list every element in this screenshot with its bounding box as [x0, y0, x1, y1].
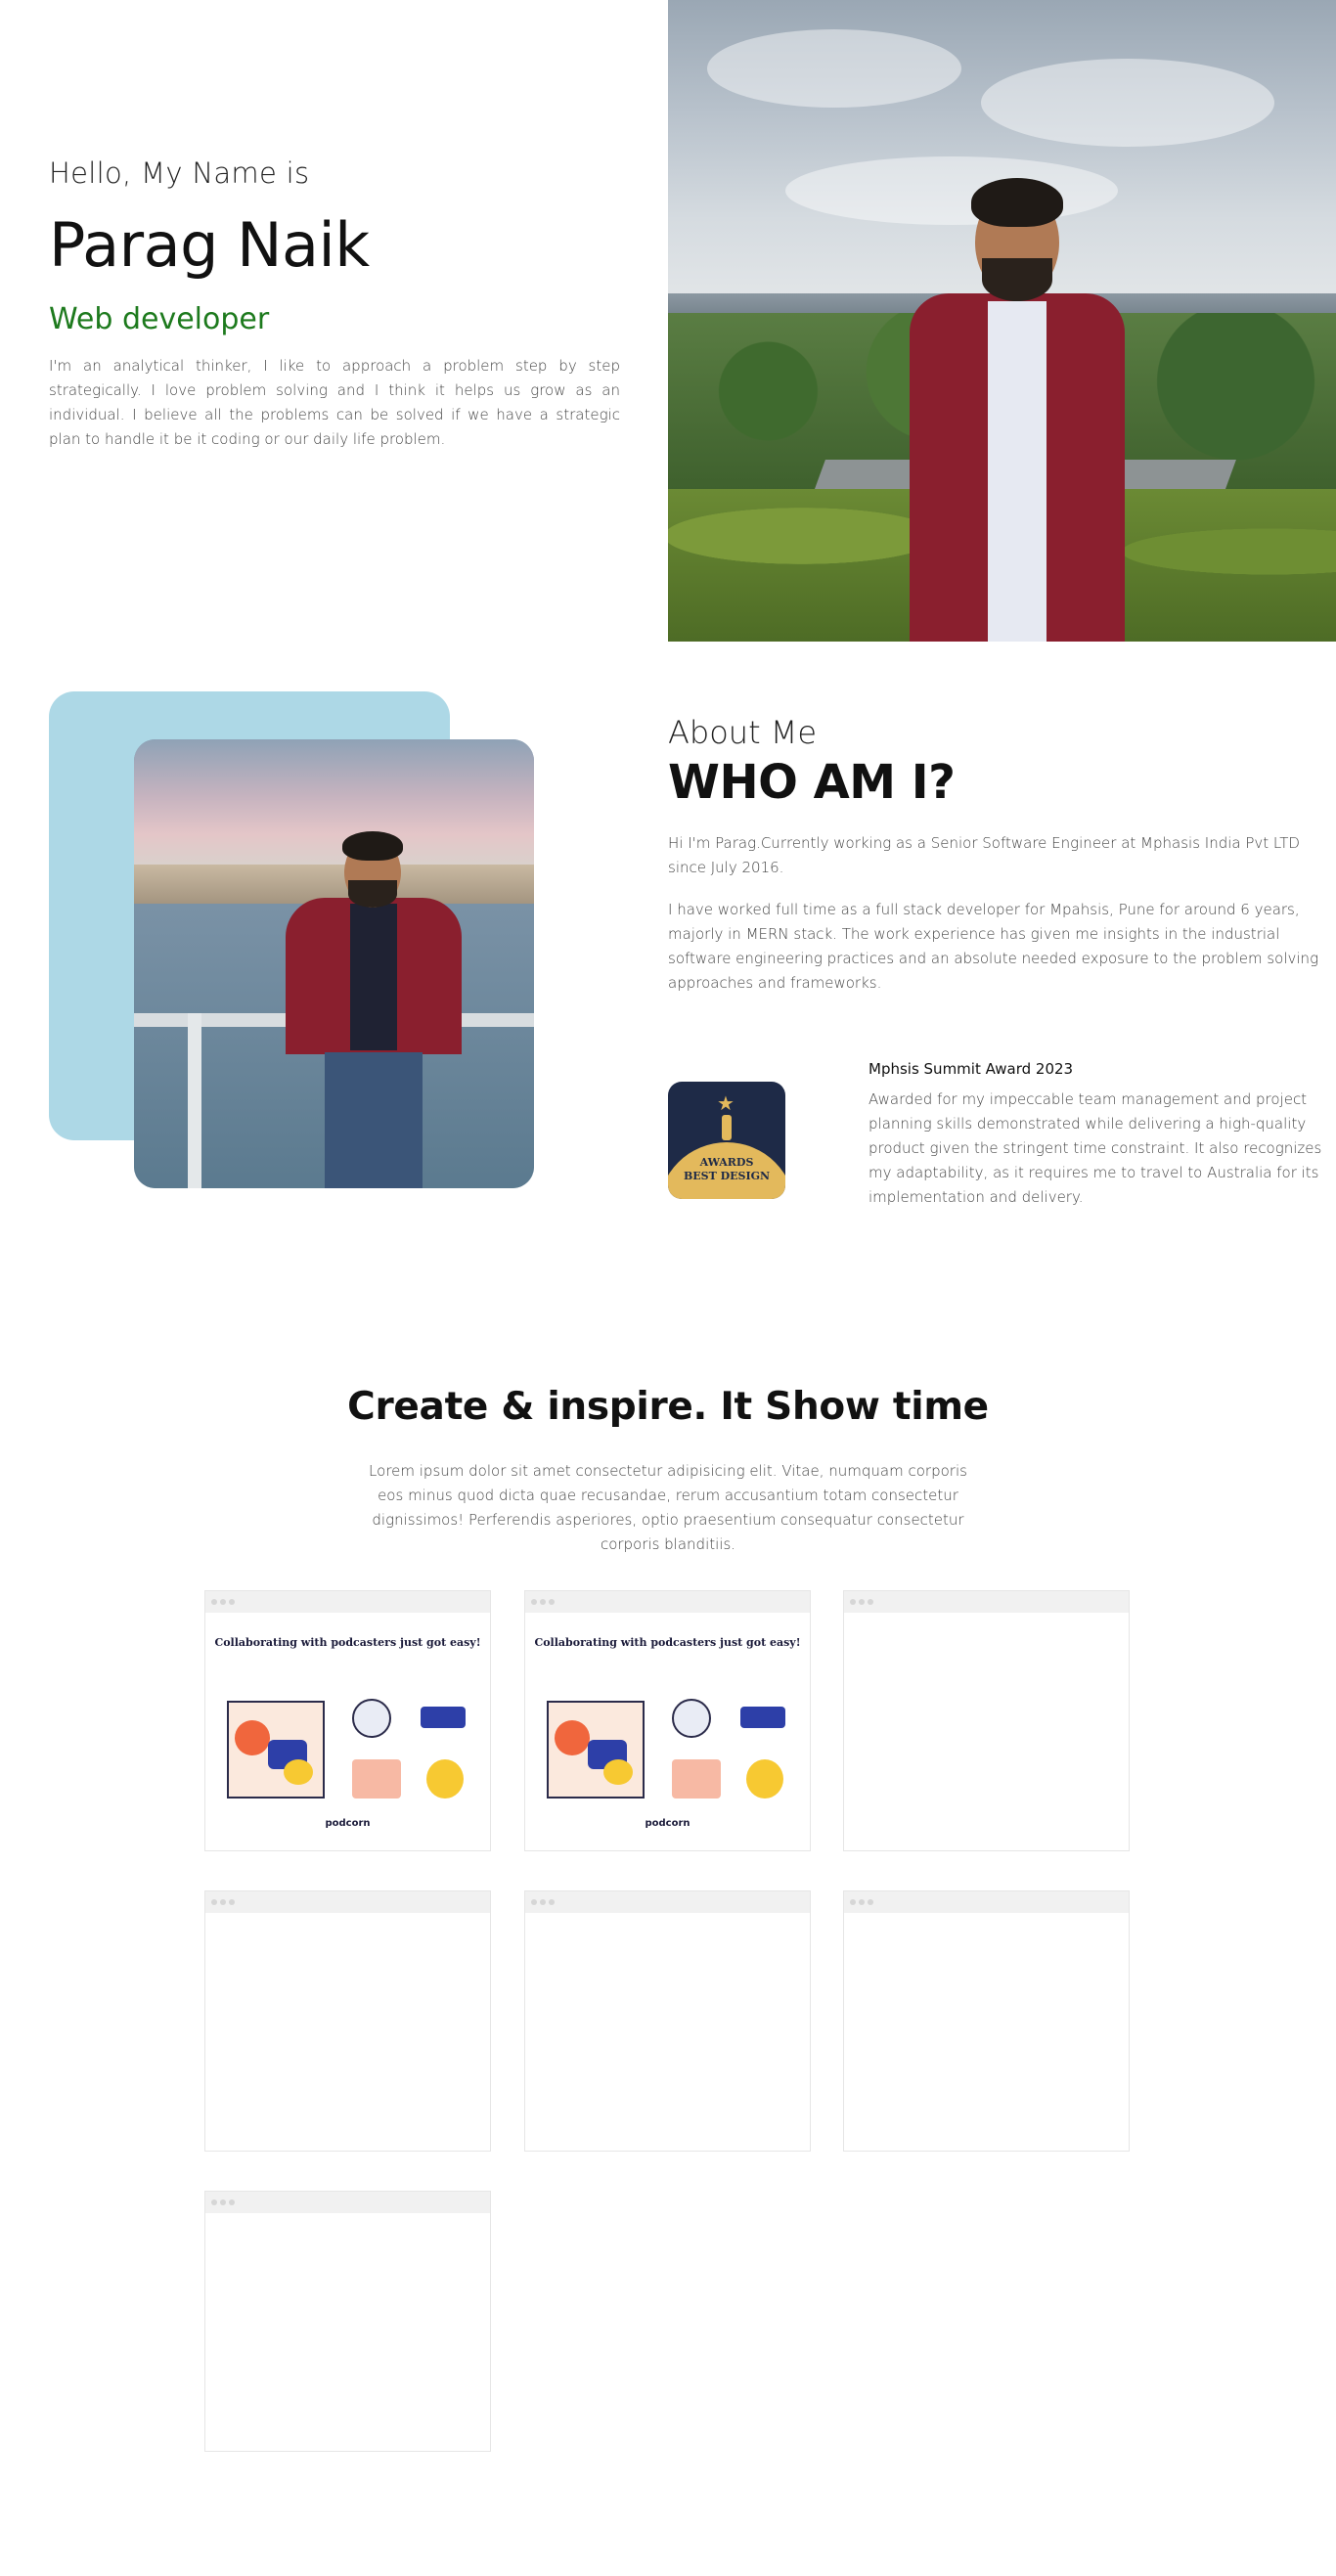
photo-cloud: [981, 59, 1274, 147]
project-card[interactable]: [843, 1890, 1130, 2152]
window-dot: [220, 1899, 226, 1905]
thumbnail-headline: Collaborating with podcasters just got e…: [214, 1636, 481, 1649]
star-icon: ★: [717, 1091, 735, 1115]
window-dot: [211, 1899, 217, 1905]
illustration-shape: [284, 1759, 313, 1785]
card-window-bar: [205, 1591, 490, 1613]
project-thumbnail: Collaborating with podcasters just got e…: [525, 1613, 810, 1850]
person-hair: [971, 178, 1063, 227]
window-dot: [229, 2199, 235, 2205]
trophy-icon: [722, 1115, 732, 1140]
projects-title: Create & inspire. It Show time: [347, 1385, 989, 1429]
window-dot: [549, 1599, 555, 1605]
person-shirt: [988, 301, 1047, 642]
person-pants: [325, 1052, 423, 1188]
window-dot: [229, 1899, 235, 1905]
illustration-shape: [235, 1720, 270, 1755]
window-dot: [220, 2199, 226, 2205]
window-dot: [850, 1599, 856, 1605]
illustration-figure: [421, 1707, 466, 1728]
award-description: Awarded for my impeccable team managemen…: [868, 1090, 1322, 1206]
hero-name: Parag Naik: [49, 209, 370, 281]
window-dot: [859, 1599, 865, 1605]
hero-intro: Hello, My Name is Parag Naik Web develop…: [49, 156, 620, 452]
project-card[interactable]: Collaborating with podcasters just got e…: [204, 1590, 491, 1851]
window-dot: [211, 1599, 217, 1605]
projects-section: Create & inspire. It Show time Lorem ips…: [0, 1369, 1336, 2576]
window-dot: [850, 1899, 856, 1905]
window-dot: [540, 1899, 546, 1905]
project-card[interactable]: [204, 1890, 491, 2152]
project-card[interactable]: [843, 1590, 1130, 1851]
illustration-figure: [672, 1699, 711, 1738]
person-beard: [348, 880, 397, 908]
illustration-figure: [672, 1759, 721, 1799]
thumbnail-brand: podcorn: [325, 1818, 371, 1829]
hero-greeting: Hello, My Name is: [49, 156, 310, 190]
card-window-bar: [844, 1891, 1129, 1913]
project-card[interactable]: [204, 2191, 491, 2452]
hero-photo: [668, 0, 1336, 642]
project-thumbnail: Collaborating with podcasters just got e…: [205, 1613, 490, 1850]
photo-railing-post: [188, 1013, 201, 1188]
photo-person: [910, 176, 1125, 642]
card-window-bar: [525, 1891, 810, 1913]
illustration-figure: [740, 1707, 785, 1728]
badge-text-awards: AWARDS: [699, 1156, 754, 1169]
thumbnail-headline: Collaborating with podcasters just got e…: [534, 1636, 801, 1649]
about-kicker: About Me: [668, 714, 818, 751]
card-window-bar: [205, 2192, 490, 2213]
thumbnail-brand: podcorn: [645, 1818, 690, 1829]
window-dot: [211, 2199, 217, 2205]
about-intro: Hi I'm Parag.Currently working as a Seni…: [668, 834, 1300, 876]
illustration-shape: [555, 1720, 590, 1755]
badge-text-best-design: BEST DESIGN: [683, 1170, 771, 1182]
illustration-shape: [603, 1759, 633, 1785]
window-dot: [859, 1899, 865, 1905]
award-badge-image: ★ AWARDS BEST DESIGN: [668, 1082, 785, 1199]
card-window-bar: [844, 1591, 1129, 1613]
photo-person: [286, 829, 462, 1188]
window-dot: [868, 1899, 873, 1905]
window-dot: [531, 1899, 537, 1905]
person-shirt: [350, 904, 397, 1050]
about-title: WHO AM I?: [668, 755, 956, 810]
project-card[interactable]: Collaborating with podcasters just got e…: [524, 1590, 811, 1851]
about-experience: I have worked full time as a full stack …: [668, 901, 1319, 992]
window-dot: [868, 1599, 873, 1605]
about-section: About Me WHO AM I? Hi I'm Parag.Currentl…: [0, 642, 1336, 1248]
window-dot: [540, 1599, 546, 1605]
project-card[interactable]: [524, 1890, 811, 2152]
illustration-figure: [426, 1759, 464, 1799]
window-dot: [220, 1599, 226, 1605]
hero-section: Hello, My Name is Parag Naik Web develop…: [0, 0, 1336, 642]
award-title: Mphsis Summit Award 2023: [868, 1060, 1074, 1078]
card-window-bar: [525, 1591, 810, 1613]
hero-role: Web developer: [49, 302, 270, 336]
projects-description: Lorem ipsum dolor sit amet consectetur a…: [369, 1462, 967, 1553]
about-photo: [134, 739, 534, 1188]
illustration-figure: [352, 1699, 391, 1738]
window-dot: [229, 1599, 235, 1605]
about-text: About Me WHO AM I? Hi I'm Parag.Currentl…: [668, 714, 1333, 996]
photo-cloud: [707, 29, 961, 108]
card-window-bar: [205, 1891, 490, 1913]
person-beard: [982, 258, 1052, 301]
window-dot: [531, 1599, 537, 1605]
window-dot: [549, 1899, 555, 1905]
illustration-figure: [352, 1759, 401, 1799]
person-hair: [342, 831, 403, 861]
illustration-figure: [746, 1759, 783, 1799]
hero-bio: I'm an analytical thinker, I like to app…: [49, 357, 620, 448]
award-item: ★ AWARDS BEST DESIGN Mphsis Summit Award…: [668, 1060, 1336, 1217]
